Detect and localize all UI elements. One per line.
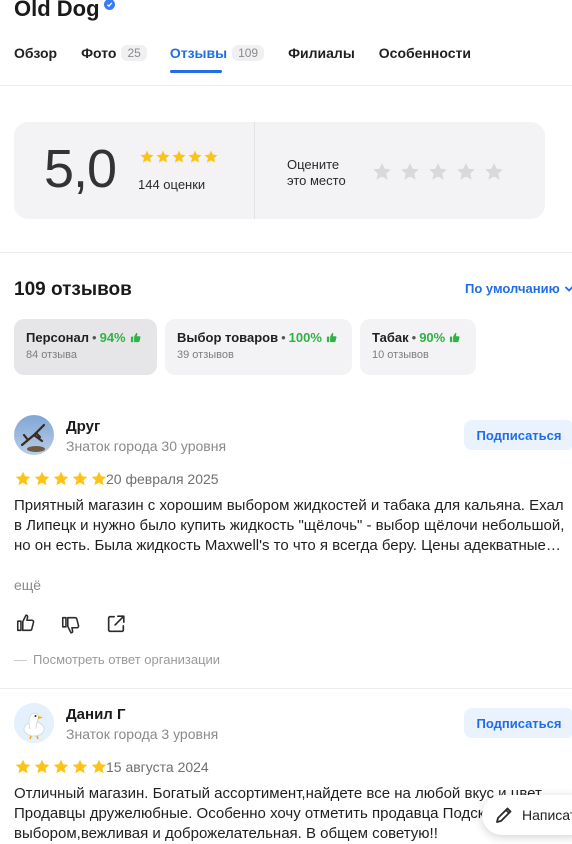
review-date: 20 февраля 2025 <box>106 471 219 487</box>
aspect-name: Выбор товаров <box>177 330 279 345</box>
place-title: Old Dog <box>14 0 115 22</box>
chevron-down-icon <box>564 285 572 292</box>
place-name: Old Dog <box>14 0 100 21</box>
read-more-link[interactable]: ещё <box>14 577 41 593</box>
tab-branches[interactable]: Филиалы <box>288 42 355 64</box>
tab-bar: Обзор Фото 25 Отзывы 109 Филиалы Особенн… <box>14 42 471 73</box>
tab-count-badge: 109 <box>232 45 265 61</box>
goose-avatar-icon <box>14 703 54 743</box>
tab-label: Особенности <box>378 45 471 61</box>
tab-reviews[interactable]: Отзывы 109 <box>169 42 265 73</box>
header-divider <box>0 85 572 86</box>
review-author[interactable]: Данил Г <box>66 706 126 723</box>
avatar-photo <box>14 415 54 455</box>
sort-dropdown[interactable]: По умолчанию <box>465 281 572 296</box>
aspect-count: 84 отзыва <box>26 349 77 361</box>
share-icon[interactable] <box>105 613 127 635</box>
dislike-icon[interactable] <box>60 614 82 636</box>
section-divider <box>0 252 572 253</box>
aspect-name: Персонал <box>26 330 90 345</box>
org-answer-link[interactable]: — Посмотреть ответ организации <box>14 652 220 667</box>
aspect-percent: 100% <box>288 330 322 345</box>
sort-label: По умолчанию <box>465 281 560 296</box>
tab-label: Отзывы <box>169 45 228 61</box>
aspect-count: 10 отзывов <box>372 349 429 361</box>
star-empty-icon[interactable] <box>371 161 393 183</box>
aspect-chip-selection[interactable]: Выбор товаров • 100% 39 отзывов <box>165 319 352 375</box>
write-button-label: Написать <box>522 807 572 823</box>
author-level: Знаток города 30 уровня <box>66 438 227 454</box>
rate-prompt-line: Оцените <box>287 157 340 172</box>
subscribe-button[interactable]: Подписаться <box>464 420 572 450</box>
review-stars <box>14 758 108 776</box>
rate-prompt: Оцените это место <box>287 157 346 189</box>
star-empty-icon[interactable] <box>455 161 477 183</box>
thumbs-up-icon <box>326 332 337 343</box>
star-filled-icon <box>140 150 154 163</box>
aspect-count: 39 отзывов <box>177 349 234 361</box>
rating-stars <box>139 149 219 165</box>
tab-features[interactable]: Особенности <box>379 42 471 64</box>
thumbs-up-icon <box>450 332 460 343</box>
tab-overview[interactable]: Обзор <box>14 42 57 64</box>
star-filled-icon <box>53 759 69 774</box>
star-empty-icon[interactable] <box>427 161 449 183</box>
reviews-count: 109 отзывов <box>14 279 132 300</box>
star-filled-icon <box>34 471 50 486</box>
avatar[interactable] <box>14 415 54 455</box>
review-divider <box>0 688 572 689</box>
author-level: Знаток города 3 уровня <box>66 726 219 742</box>
review-stars <box>14 470 108 488</box>
rating-count: 144 оценки <box>138 177 206 192</box>
org-answer-label: Посмотреть ответ организации <box>33 652 221 667</box>
star-filled-icon <box>53 471 69 486</box>
tab-label: Филиалы <box>288 45 355 61</box>
star-filled-icon <box>15 759 31 774</box>
aspect-chip-staff[interactable]: Персонал • 94% 84 отзыва <box>14 319 157 375</box>
review-date: 15 августа 2024 <box>106 759 209 775</box>
rating-score: 5,0 <box>44 139 117 199</box>
review-text: Приятный магазин с хорошим выбором жидко… <box>14 497 565 554</box>
avatar[interactable] <box>14 703 54 743</box>
aspect-percent: 90% <box>419 330 446 345</box>
star-filled-icon <box>72 471 88 486</box>
tab-count-badge: 25 <box>121 45 147 61</box>
star-empty-icon[interactable] <box>483 161 505 183</box>
write-review-button[interactable]: Написать <box>482 795 572 835</box>
verified-icon <box>103 0 115 10</box>
aspect-percent: 94% <box>99 330 126 345</box>
star-filled-icon <box>34 759 50 774</box>
pencil-icon <box>496 807 512 823</box>
tab-photos[interactable]: Фото 25 <box>81 42 147 64</box>
star-empty-icon[interactable] <box>399 161 421 183</box>
star-filled-icon <box>72 759 88 774</box>
subscribe-button[interactable]: Подписаться <box>464 708 572 738</box>
tab-label: Фото <box>81 45 117 61</box>
rate-prompt-line: это место <box>287 173 346 188</box>
star-filled-icon <box>172 150 186 163</box>
star-filled-icon <box>156 150 170 163</box>
star-filled-icon <box>204 150 218 163</box>
aspect-chip-tobacco[interactable]: Табак • 90% 10 отзывов <box>360 319 476 375</box>
rate-stars-input <box>371 161 505 183</box>
tab-label: Обзор <box>14 45 58 61</box>
thumbs-up-icon <box>130 332 141 343</box>
aspect-name: Табак <box>372 330 409 345</box>
like-icon[interactable] <box>15 612 37 634</box>
star-filled-icon <box>188 150 202 163</box>
star-filled-icon <box>15 471 31 486</box>
card-divider <box>254 122 255 219</box>
review-author[interactable]: Друг <box>66 418 100 435</box>
